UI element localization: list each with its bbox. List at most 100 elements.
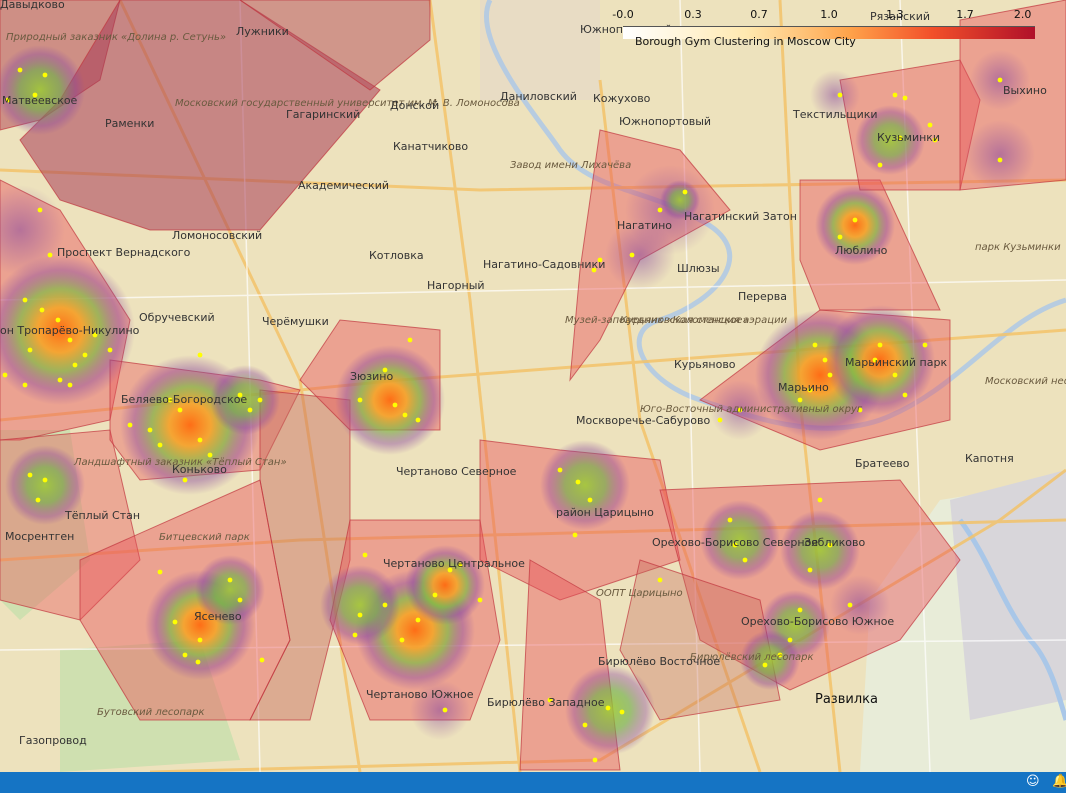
label-tepl-stan: Тёплый Стан (64, 509, 140, 522)
gym-point (197, 352, 203, 358)
gym-point (42, 72, 48, 78)
label-zavod: Завод имени Лихачёва (510, 160, 631, 171)
label-vykhino: Выхино (1003, 84, 1047, 97)
gym-point (797, 607, 803, 613)
gym-point (67, 382, 73, 388)
gym-point (797, 397, 803, 403)
label-butovsky: Бутовский лесопарк (97, 707, 205, 718)
gym-point (827, 372, 833, 378)
label-tsaritsyno: район Царицыно (556, 506, 654, 519)
legend-tick: 1.7 (956, 8, 974, 21)
label-maryinsky: Марьинский парк (845, 356, 947, 369)
color-legend: -0.0 0.3 0.7 1.0 1.3 1.7 2.0 Borough Gym… (612, 6, 1035, 52)
label-moskvorechye: Москворечье-Сабурово (576, 414, 711, 427)
label-danilovsky: Даниловский (500, 90, 577, 103)
gym-point (157, 442, 163, 448)
gym-point (822, 357, 828, 363)
gym-point (17, 67, 23, 73)
label-troparevo: он Тропарёво-Никулино (0, 324, 140, 337)
label-biryulevo-zap: Бирюлёво Западное (487, 696, 605, 709)
label-shlyuzy: Шлюзы (677, 262, 720, 275)
label-kozhukhovo: Кожухово (593, 92, 651, 105)
gym-point (47, 252, 53, 258)
gym-point (927, 122, 933, 128)
label-orekhovo-sev: Орехово-Борисово Северное (652, 536, 818, 549)
legend-tick: 0.3 (684, 8, 702, 21)
label-lomonosovsky: Ломоносовский (172, 229, 262, 242)
label-belyaevo: Беляево-Богородское (121, 393, 247, 406)
gym-point (717, 417, 723, 423)
gym-point (22, 297, 28, 303)
label-zyuzino: Зюзино (350, 370, 394, 383)
label-razvilka: Развилка (815, 692, 878, 707)
gym-point (852, 217, 858, 223)
gym-point (415, 417, 421, 423)
label-nagatino-sadovniki: Нагатино-Садовники (483, 258, 605, 271)
smiley-icon[interactable]: ☺ (1026, 775, 1040, 789)
gym-point (997, 157, 1003, 163)
industrial-area (480, 0, 600, 100)
gym-point (817, 497, 823, 503)
legend-tick: 2.0 (1013, 8, 1032, 21)
gym-point (415, 617, 421, 623)
gym-point (892, 372, 898, 378)
gym-point (357, 397, 363, 403)
gym-point (629, 252, 635, 258)
gym-point (197, 437, 203, 443)
map-canvas[interactable]: Давыдково Природный заказник «Долина р. … (0, 0, 1066, 772)
gym-point (67, 337, 73, 343)
gym-point (257, 397, 263, 403)
taskbar: ☺ 🔔 (0, 772, 1066, 793)
label-orekhovo-yuzh: Орехово-Борисово Южное (741, 615, 894, 628)
label-kapotnya: Капотня (965, 452, 1014, 465)
legend-ticks: -0.0 0.3 0.7 1.0 1.3 1.7 2.0 (612, 8, 1035, 22)
label-zyablikovo: Зябликово (804, 536, 865, 549)
gym-point (807, 567, 813, 573)
gym-point (147, 427, 153, 433)
label-yuzhnoportovy: Южнопортовый (619, 115, 711, 128)
gym-point (847, 602, 853, 608)
gym-point (787, 637, 793, 643)
label-nagatino: Нагатино (617, 219, 672, 232)
industrial-east (950, 470, 1066, 720)
gym-point (902, 95, 908, 101)
gym-point (182, 652, 188, 658)
gym-point (197, 637, 203, 643)
label-davydkovo: Давыдково (0, 0, 65, 11)
legend-tick: 1.0 (820, 8, 838, 21)
gym-point (477, 597, 483, 603)
gym-point (82, 352, 88, 358)
gym-point (72, 362, 78, 368)
gym-point (195, 659, 201, 665)
gym-point (55, 317, 61, 323)
gym-point (582, 722, 588, 728)
gym-point (837, 234, 843, 240)
bell-icon[interactable]: 🔔 (1052, 775, 1066, 789)
label-pererva: Перерва (738, 290, 787, 303)
label-obruchevsky: Обручевский (139, 311, 215, 324)
gym-point (877, 162, 883, 168)
gym-point (382, 602, 388, 608)
label-lyublino: Люблино (835, 244, 888, 257)
gym-point (352, 632, 358, 638)
gym-point (227, 577, 233, 583)
gym-point (182, 477, 188, 483)
gym-point (605, 705, 611, 711)
label-matveevskoe: Матвеевское (2, 94, 78, 107)
gym-point (127, 422, 133, 428)
label-chertanovo-tsen: Чертаново Центральное (383, 557, 525, 570)
label-maryino: Марьино (778, 381, 829, 394)
gym-point (892, 92, 898, 98)
label-brateevo: Братеево (855, 457, 910, 470)
gym-point (442, 707, 448, 713)
legend-caption: Borough Gym Clustering in Moscow City (635, 35, 856, 48)
label-kuryanovo: Курьяново (674, 358, 736, 371)
gym-point (727, 517, 733, 523)
gym-point (177, 407, 183, 413)
gym-point (27, 347, 33, 353)
gym-point (837, 92, 843, 98)
gym-point (42, 477, 48, 483)
gym-point (762, 662, 768, 668)
label-gazoprovod: Газопровод (19, 734, 87, 747)
label-tekstilshchiki: Текстильщики (792, 108, 878, 121)
